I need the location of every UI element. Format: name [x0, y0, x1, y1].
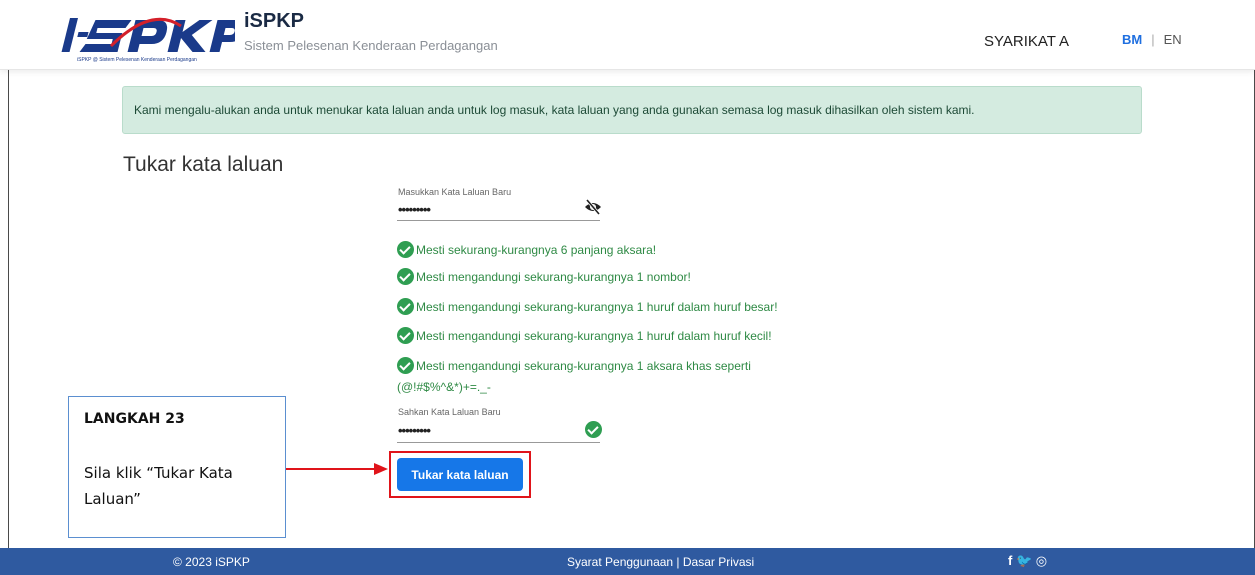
lang-en-link[interactable]: EN: [1164, 32, 1182, 47]
rule-text: Mesti mengandungi sekurang-kurangnya 1 a…: [416, 358, 751, 373]
rule-special-char: Mesti mengandungi sekurang-kurangnya 1 a…: [397, 357, 751, 374]
check-circle-icon: [397, 241, 414, 258]
rule-min-length: Mesti sekurang-kurangnya 6 panjang aksar…: [397, 241, 656, 258]
eye-slash-icon[interactable]: [584, 199, 602, 215]
new-password-input[interactable]: •••••••••: [398, 202, 431, 217]
check-circle-icon: [397, 268, 414, 285]
header: iSPKP @ Sistem Pelesenan Kenderaan Perda…: [0, 0, 1255, 70]
rule-number: Mesti mengandungi sekurang-kurangnya 1 n…: [397, 268, 691, 285]
rule-lowercase: Mesti mengandungi sekurang-kurangnya 1 h…: [397, 327, 772, 344]
lang-separator: |: [1151, 32, 1155, 47]
app-subtitle: Sistem Pelesenan Kenderaan Perdagangan: [244, 38, 498, 53]
rule-text: Mesti mengandungi sekurang-kurangnya 1 n…: [416, 269, 691, 284]
check-circle-icon: [397, 298, 414, 315]
page-title: Tukar kata laluan: [123, 153, 284, 176]
rule-text: Mesti mengandungi sekurang-kurangnya 1 h…: [416, 299, 778, 314]
confirm-password-label: Sahkan Kata Laluan Baru: [398, 407, 501, 417]
instruction-callout: LANGKAH 23 Sila klik “Tukar Kata Laluan”: [68, 396, 286, 538]
confirm-password-input[interactable]: •••••••••: [398, 423, 431, 438]
step-instruction: Sila klik “Tukar Kata Laluan”: [84, 464, 233, 508]
confirm-password-underline: [397, 442, 600, 443]
check-circle-icon: [397, 357, 414, 374]
rule-special-char-list: (@!#$%^&*)+=._-: [397, 380, 491, 394]
new-password-label: Masukkan Kata Laluan Baru: [398, 187, 512, 197]
check-circle-icon: [397, 327, 414, 344]
new-password-underline: [397, 220, 600, 221]
rule-text: Mesti sekurang-kurangnya 6 panjang aksar…: [416, 242, 657, 257]
rule-uppercase: Mesti mengandungi sekurang-kurangnya 1 h…: [397, 298, 778, 315]
language-switcher: BM | EN: [1122, 32, 1182, 47]
app-title: iSPKP: [244, 10, 305, 32]
ispkp-logo: iSPKP @ Sistem Pelesenan Kenderaan Perda…: [61, 17, 235, 63]
copyright: © 2023 iSPKP: [173, 555, 250, 569]
change-password-button[interactable]: Tukar kata laluan: [397, 458, 523, 491]
step-label: LANGKAH 23: [84, 411, 185, 427]
check-circle-icon: [585, 421, 602, 438]
footer: © 2023 iSPKP Syarat Penggunaan | Dasar P…: [0, 548, 1255, 575]
welcome-alert: Kami mengalu-alukan anda untuk menukar k…: [122, 86, 1142, 134]
logo-tagline: iSPKP @ Sistem Pelesenan Kenderaan Perda…: [77, 57, 197, 63]
social-icons[interactable]: f 🐦 ◎: [1008, 553, 1047, 569]
arrow-right-icon: [284, 463, 388, 475]
company-name[interactable]: SYARIKAT A: [984, 33, 1069, 50]
lang-bm-link[interactable]: BM: [1122, 32, 1142, 47]
rule-text: Mesti mengandungi sekurang-kurangnya 1 h…: [416, 328, 772, 343]
footer-links[interactable]: Syarat Penggunaan | Dasar Privasi: [567, 555, 754, 569]
